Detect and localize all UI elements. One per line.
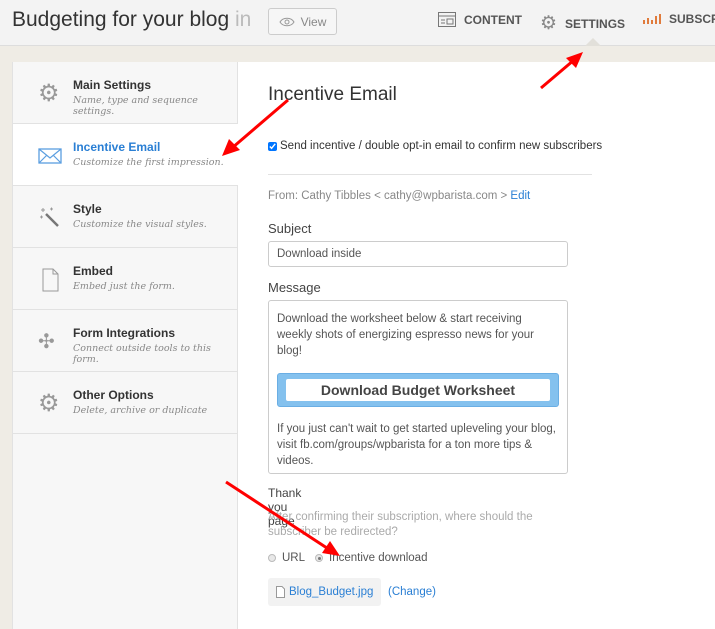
top-bar: Budgeting for your blog in 20 View CONTE… [0,0,715,46]
from-line: From: Cathy Tibbles < cathy@wpbarista.co… [268,190,531,202]
divider [268,174,592,175]
eye-icon [279,17,295,26]
thank-you-hint: After confirming their subscription, whe… [268,511,533,538]
sidebar-item-other-options[interactable]: ⚙ Other Options Delete, archive or dupli… [13,372,237,434]
subject-input[interactable] [268,241,568,267]
bar-chart-icon [643,14,661,24]
sidebar-item-main-settings[interactable]: ⚙ Main Settings Name, type and sequence … [13,62,237,124]
edit-link[interactable]: Edit [510,190,530,202]
subject-label: Subject [268,221,312,236]
message-editor[interactable]: Download the worksheet below & start rec… [268,300,568,474]
gear-icon: ⚙ [540,13,558,34]
sidebar-item-embed[interactable]: Embed Embed just the form. [13,248,237,310]
send-incentive-checkbox[interactable]: Send incentive / double opt-in email to … [268,140,602,152]
document-icon [42,268,59,292]
message-label: Message [268,280,321,295]
change-file-link[interactable]: (Change) [388,586,436,598]
incentive-file[interactable]: Blog_Budget.jpg [268,578,382,606]
gear-icon: ⚙ [38,390,60,417]
envelope-icon [38,148,62,164]
puzzle-icon: ✣ [38,331,55,353]
file-icon [276,586,285,598]
form-title[interactable]: Budgeting for your blog in 20 [12,8,257,32]
sidebar-item-style[interactable]: Style Customize the visual styles. [13,186,237,248]
radio-incentive-download[interactable]: Incentive download [315,552,427,564]
sidebar-item-form-integrations[interactable]: ✣ Form Integrations Connect outside tool… [13,310,237,372]
sidebar-item-incentive-email[interactable]: Incentive Email Customize the first impr… [13,124,238,186]
magic-wand-icon [40,207,59,227]
tab-content[interactable]: CONTENT [438,12,522,27]
page-title: Incentive Email [268,84,397,105]
radio-url[interactable]: URL [268,552,305,564]
redirect-options: URL Incentive download [268,552,427,564]
checkbox[interactable] [268,141,277,151]
tab-settings[interactable]: ⚙ SETTINGS [540,12,625,35]
tab-subscribers[interactable]: SUBSCRI [643,12,715,26]
content-icon [438,12,456,27]
active-tab-caret [585,38,601,46]
gear-icon: ⚙ [38,80,60,107]
settings-sidebar: ⚙ Main Settings Name, type and sequence … [12,62,238,629]
view-button[interactable]: View [268,8,337,35]
download-button[interactable]: Download Budget Worksheet [277,373,559,407]
